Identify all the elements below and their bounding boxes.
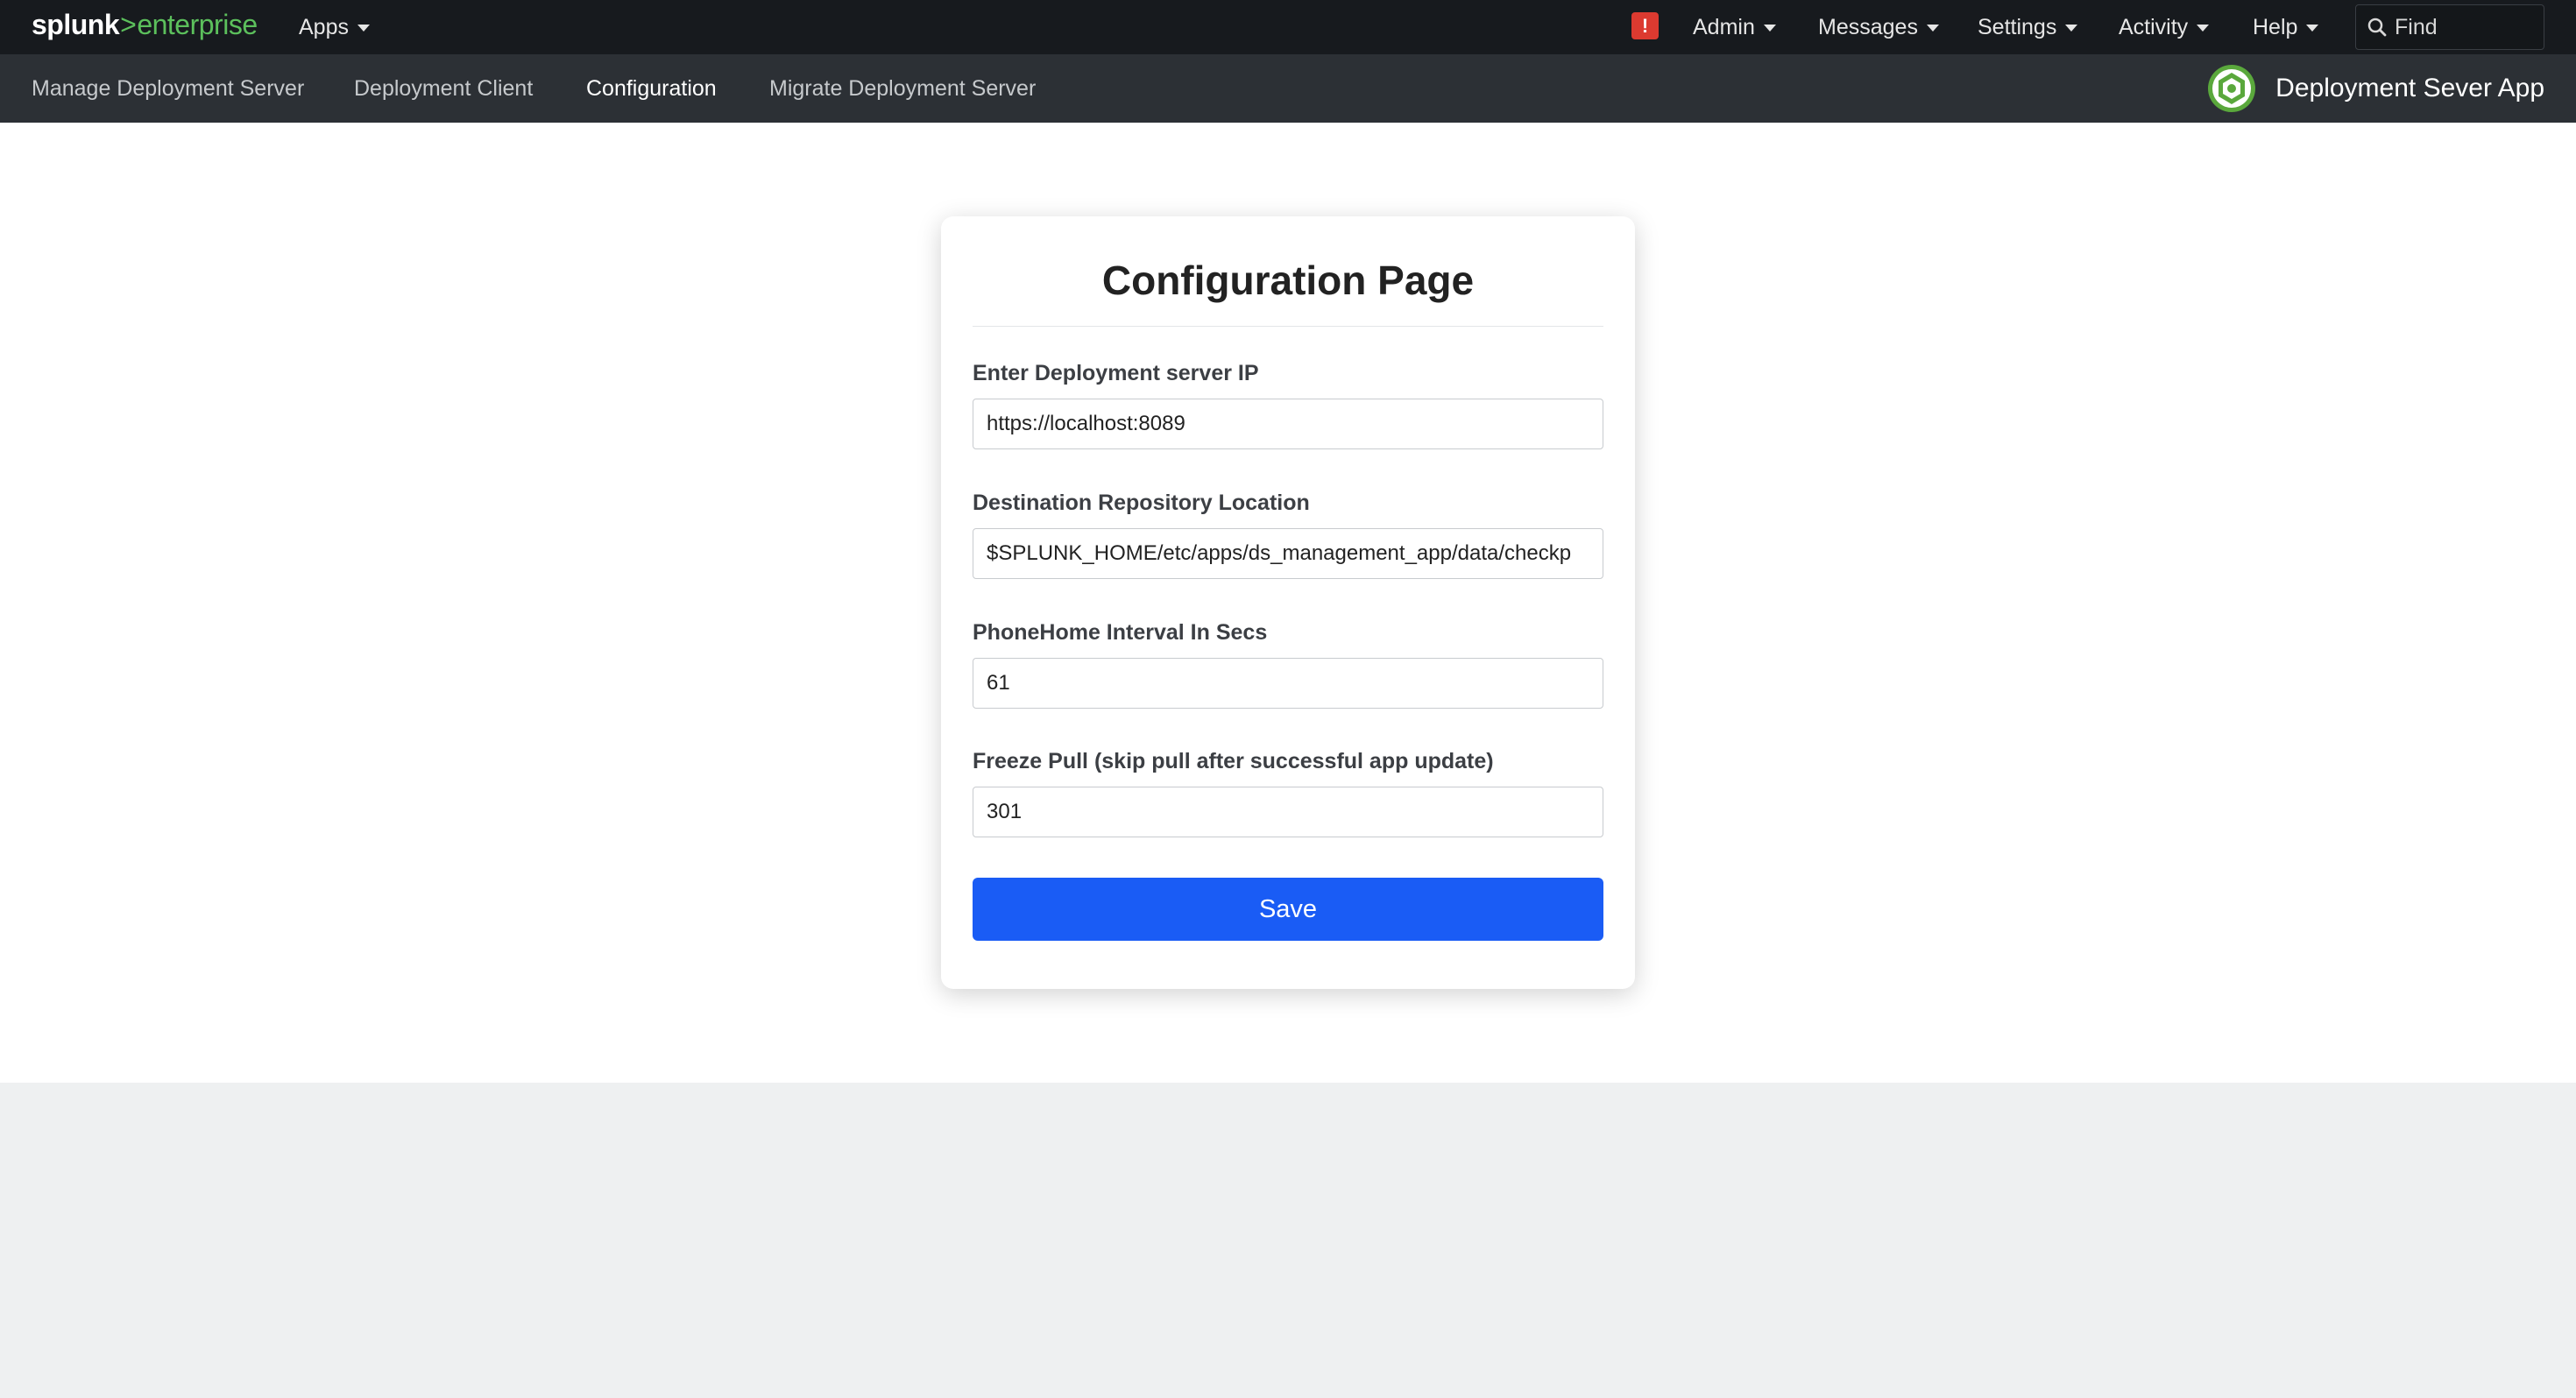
main-content: Configuration Page Enter Deployment serv… xyxy=(0,123,2576,1083)
apps-menu-label: Apps xyxy=(299,14,349,39)
chevron-down-icon xyxy=(2197,25,2210,32)
chevron-down-icon xyxy=(1926,25,1939,32)
repo-location-label: Destination Repository Location xyxy=(973,491,1310,515)
freeze-pull-label: Freeze Pull (skip pull after successful … xyxy=(973,749,1494,773)
alert-icon[interactable]: ! xyxy=(1631,12,1659,39)
phonehome-input[interactable] xyxy=(973,658,1603,709)
configuration-card: Configuration Page Enter Deployment serv… xyxy=(941,216,1635,989)
app-bar: Manage Deployment Server Deployment Clie… xyxy=(0,54,2576,123)
save-button[interactable]: Save xyxy=(973,878,1603,941)
server-ip-field: Enter Deployment server IP xyxy=(973,361,1603,449)
top-bar: splunk > enterprise Apps ! Admin Message… xyxy=(0,0,2576,54)
page-title: Configuration Page xyxy=(973,216,1603,327)
find-input[interactable] xyxy=(2395,14,2526,40)
logo-separator: > xyxy=(120,9,137,40)
admin-menu-label: Admin xyxy=(1693,14,1755,39)
nav-migrate-deployment-server[interactable]: Migrate Deployment Server xyxy=(769,54,1036,123)
page-footer xyxy=(0,1083,2576,1398)
app-title-label: Deployment Sever App xyxy=(2275,74,2544,102)
logo-brand: splunk xyxy=(32,9,120,40)
settings-menu[interactable]: Settings xyxy=(1978,0,2078,54)
admin-menu[interactable]: Admin xyxy=(1693,0,1776,54)
nav-manage-deployment-server[interactable]: Manage Deployment Server xyxy=(32,54,304,123)
help-menu[interactable]: Help xyxy=(2253,0,2319,54)
nav-deployment-client[interactable]: Deployment Client xyxy=(354,54,533,123)
phonehome-label: PhoneHome Interval In Secs xyxy=(973,620,1268,645)
find-box[interactable] xyxy=(2355,4,2544,50)
logo-product: enterprise xyxy=(137,9,258,40)
messages-menu-label: Messages xyxy=(1818,14,1918,39)
activity-menu[interactable]: Activity xyxy=(2119,0,2210,54)
settings-menu-label: Settings xyxy=(1978,14,2057,39)
splunk-logo[interactable]: splunk > enterprise xyxy=(32,9,258,41)
server-ip-label: Enter Deployment server IP xyxy=(973,361,1259,385)
repo-location-input[interactable] xyxy=(973,528,1603,579)
messages-menu[interactable]: Messages xyxy=(1818,0,1939,54)
nav-configuration[interactable]: Configuration xyxy=(586,54,717,123)
phonehome-field: PhoneHome Interval In Secs xyxy=(973,620,1603,709)
freeze-pull-input[interactable] xyxy=(973,787,1603,837)
freeze-pull-field: Freeze Pull (skip pull after successful … xyxy=(973,749,1603,837)
chevron-down-icon xyxy=(1763,25,1776,32)
search-icon xyxy=(2367,18,2387,37)
help-menu-label: Help xyxy=(2253,14,2298,39)
chevron-down-icon xyxy=(357,25,370,32)
chevron-down-icon xyxy=(2306,25,2319,32)
apps-menu[interactable]: Apps xyxy=(299,0,370,54)
chevron-down-icon xyxy=(2065,25,2078,32)
app-title[interactable]: Deployment Sever App xyxy=(2207,54,2544,123)
server-ip-input[interactable] xyxy=(973,399,1603,449)
activity-menu-label: Activity xyxy=(2119,14,2189,39)
app-logo-icon xyxy=(2208,65,2256,112)
repo-location-field: Destination Repository Location xyxy=(973,491,1603,579)
